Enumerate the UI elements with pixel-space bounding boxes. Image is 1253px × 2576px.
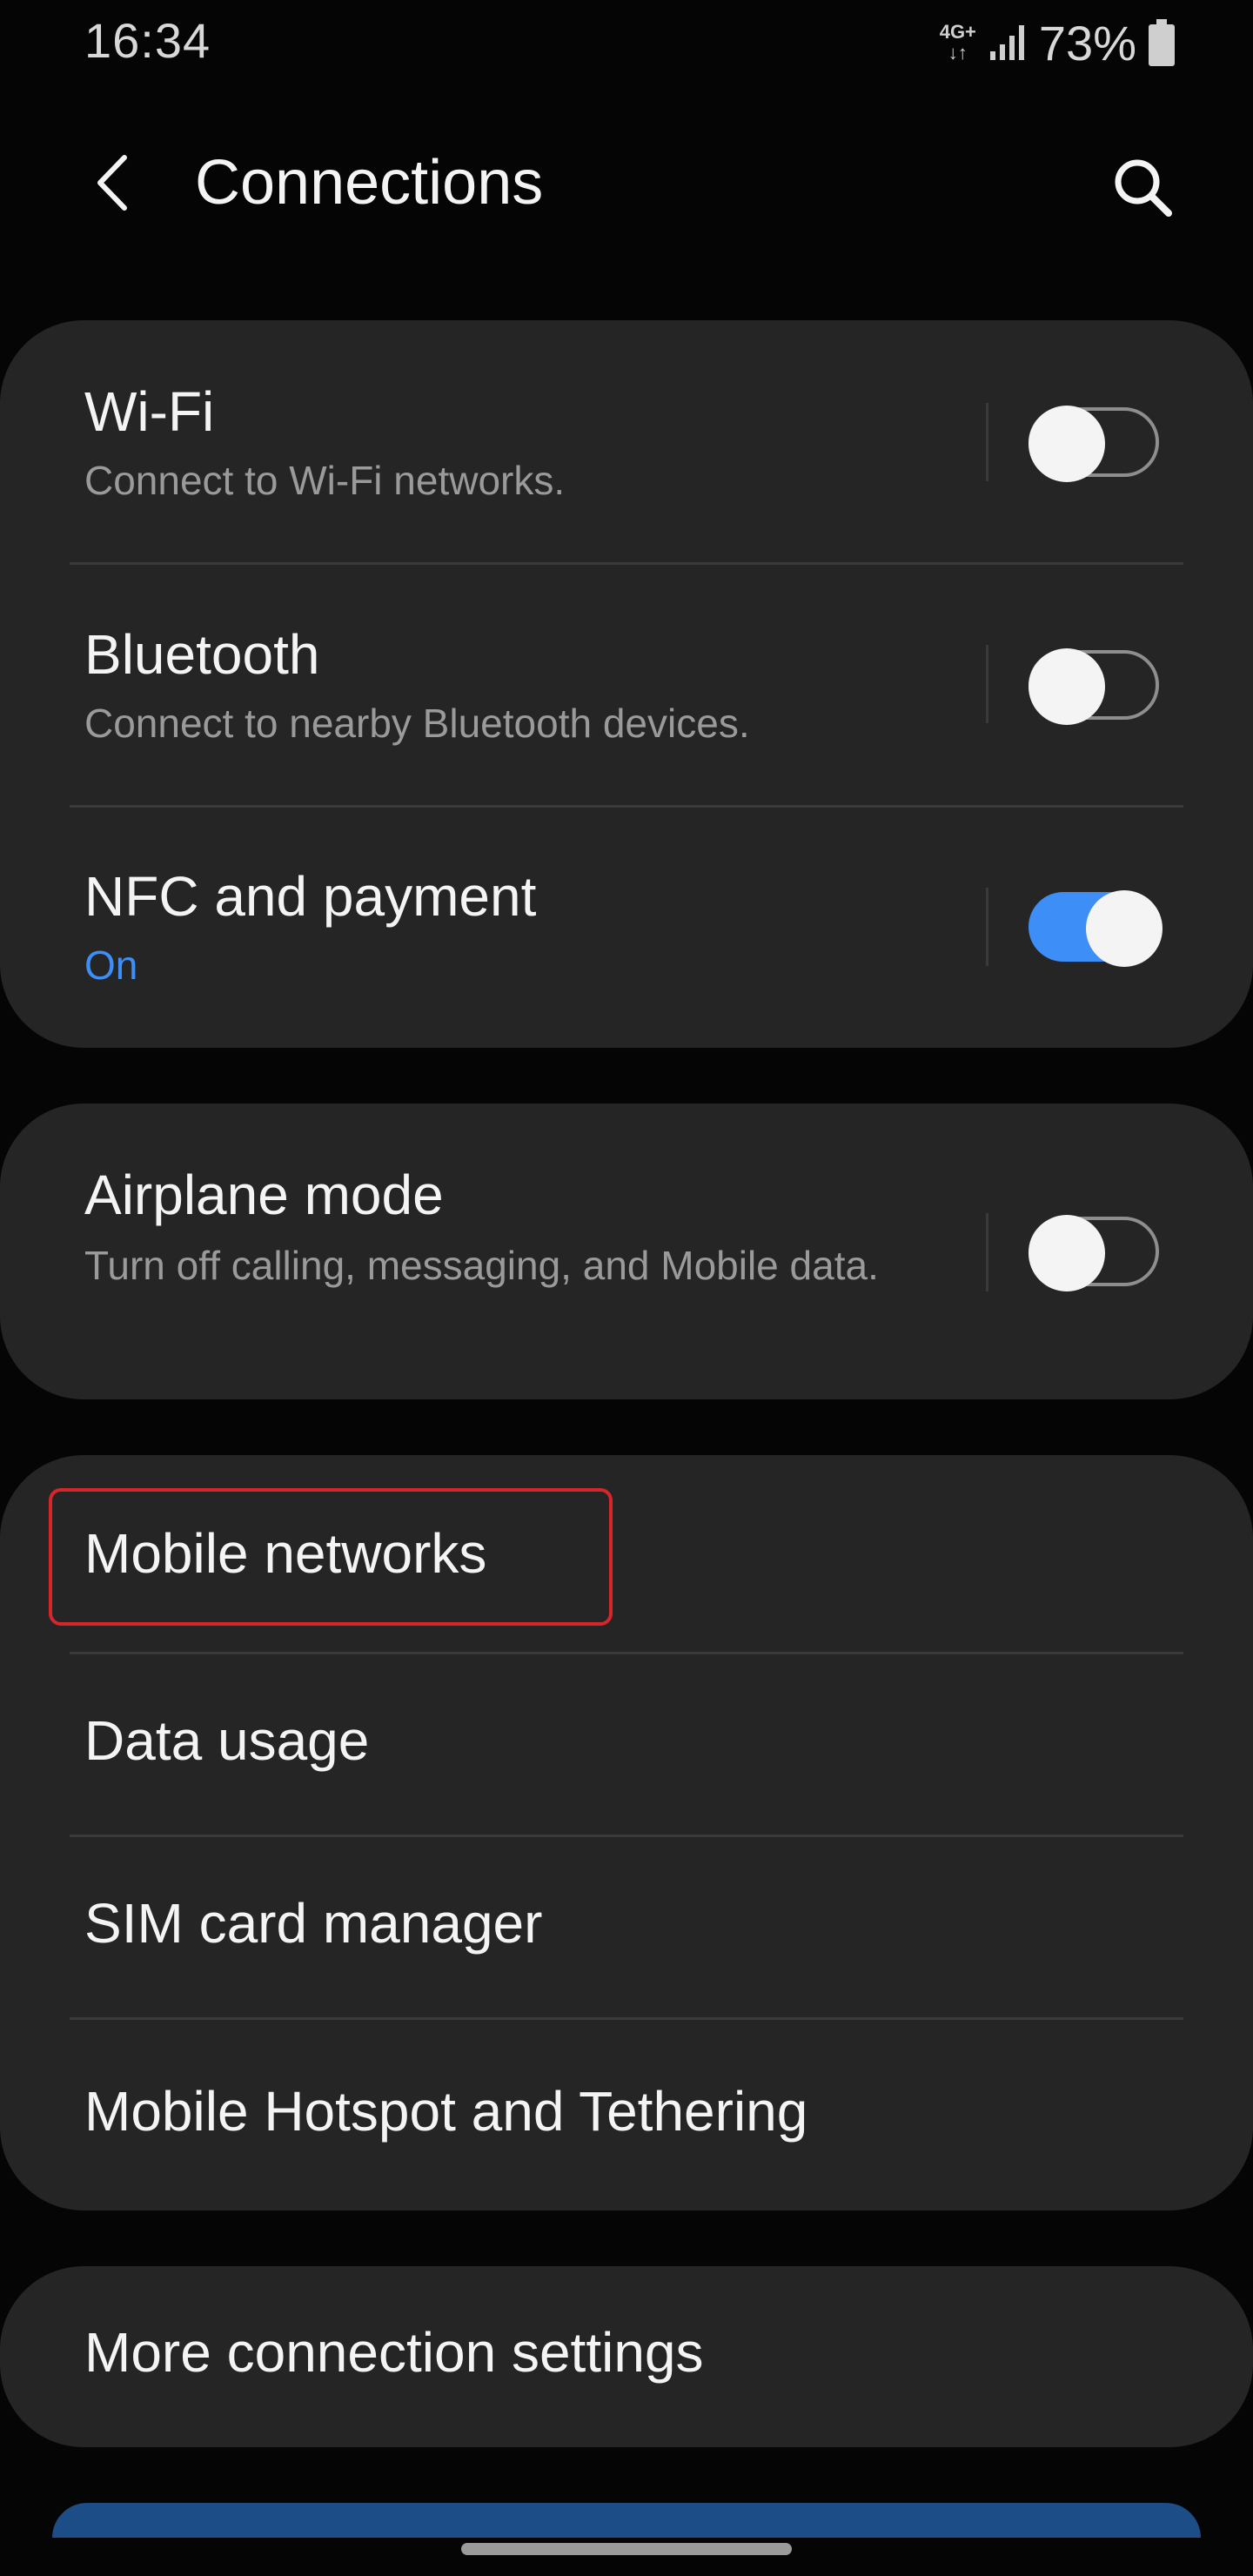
battery-percent: 73%	[1038, 15, 1136, 70]
more-settings-card: More connection settings	[0, 2266, 1253, 2447]
more-settings-row[interactable]: More connection settings	[0, 2266, 1253, 2447]
status-bar: 16:34 4G+ ↓↑ 73%	[0, 0, 1253, 84]
wifi-subtitle: Connect to Wi-Fi networks.	[84, 458, 566, 503]
airplane-title: Airplane mode	[84, 1164, 444, 1226]
wireless-card: Wi-Fi Connect to Wi-Fi networks. Bluetoo…	[0, 320, 1253, 1048]
nfc-toggle-knob	[1086, 890, 1163, 967]
wifi-row[interactable]: Wi-Fi Connect to Wi-Fi networks.	[0, 320, 1253, 563]
nfc-row[interactable]: NFC and payment On	[0, 808, 1253, 1048]
more-settings-title: More connection settings	[84, 2321, 704, 2384]
bluetooth-subtitle: Connect to nearby Bluetooth devices.	[84, 701, 750, 746]
status-icons: 4G+ ↓↑ 73%	[940, 12, 1175, 73]
mobile-card: Mobile networks Data usage SIM card mana…	[0, 1455, 1253, 2210]
bluetooth-divider	[986, 645, 988, 723]
airplane-card: Airplane mode Turn off calling, messagin…	[0, 1104, 1253, 1399]
bluetooth-toggle[interactable]	[1029, 648, 1159, 725]
battery-icon	[1149, 19, 1175, 66]
bottom-card-peek	[52, 2503, 1201, 2538]
sim-card-manager-row[interactable]: SIM card manager	[0, 1837, 1253, 2017]
search-icon	[1115, 159, 1172, 217]
network-activity-icon: ↓↑	[948, 42, 968, 64]
network-type-icon: 4G+ ↓↑	[940, 23, 976, 63]
wifi-title: Wi-Fi	[84, 380, 215, 443]
mobile-networks-row[interactable]: Mobile networks	[0, 1455, 1253, 1652]
signal-icon	[989, 25, 1024, 60]
nfc-title: NFC and payment	[84, 865, 537, 928]
page-title: Connections	[195, 148, 544, 218]
bluetooth-title: Bluetooth	[84, 623, 320, 686]
mobile-networks-title: Mobile networks	[84, 1522, 487, 1585]
hotspot-title: Mobile Hotspot and Tethering	[84, 2080, 808, 2143]
back-arrow-icon	[97, 155, 127, 211]
wifi-divider	[986, 403, 988, 481]
airplane-toggle[interactable]	[1029, 1215, 1159, 1291]
data-usage-row[interactable]: Data usage	[0, 1654, 1253, 1835]
hotspot-row[interactable]: Mobile Hotspot and Tethering	[0, 2020, 1253, 2210]
app-bar: Connections	[0, 122, 1253, 244]
back-button[interactable]	[78, 148, 148, 218]
airplane-divider	[986, 1213, 988, 1291]
nfc-divider	[986, 888, 988, 966]
wifi-toggle[interactable]	[1029, 406, 1159, 482]
navigation-handle[interactable]	[461, 2543, 792, 2555]
data-usage-title: Data usage	[84, 1709, 370, 1772]
nfc-toggle[interactable]	[1029, 890, 1163, 967]
airplane-subtitle: Turn off calling, messaging, and Mobile …	[84, 1243, 879, 1288]
status-time: 16:34	[84, 13, 211, 68]
nfc-status: On	[84, 943, 138, 988]
search-button[interactable]	[1103, 148, 1182, 226]
wifi-toggle-knob	[1029, 406, 1105, 482]
airplane-row[interactable]: Airplane mode Turn off calling, messagin…	[0, 1104, 1253, 1399]
network-type-label: 4G+	[939, 21, 976, 43]
bluetooth-row[interactable]: Bluetooth Connect to nearby Bluetooth de…	[0, 565, 1253, 807]
sim-card-manager-title: SIM card manager	[84, 1892, 543, 1955]
bluetooth-toggle-knob	[1029, 648, 1105, 725]
airplane-toggle-knob	[1029, 1215, 1105, 1291]
